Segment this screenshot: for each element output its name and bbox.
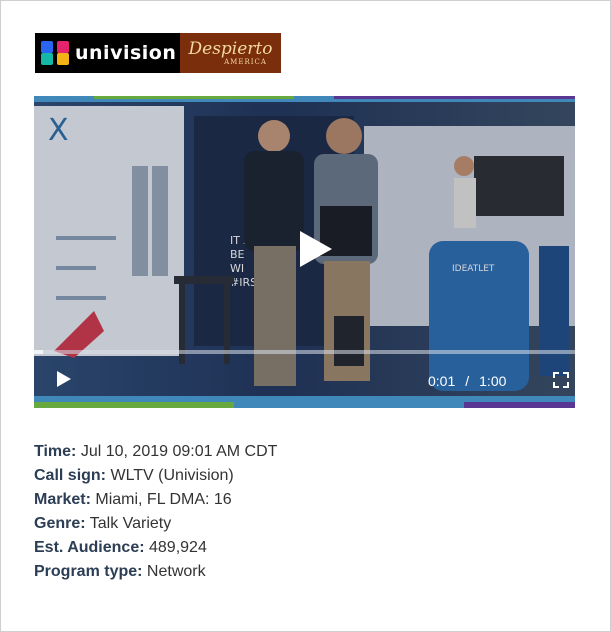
despierto-logo-text: Despierto bbox=[188, 38, 273, 59]
time-label: Time: bbox=[34, 443, 77, 460]
program-type-row: Program type: Network bbox=[34, 560, 277, 584]
genre-value: Talk Variety bbox=[89, 515, 172, 532]
genre-label: Genre: bbox=[34, 515, 86, 532]
market-value: Miami, FL DMA: 16 bbox=[95, 491, 232, 508]
univision-logo: univision bbox=[35, 33, 180, 73]
time-separator: / bbox=[465, 373, 470, 389]
audience-value: 489,924 bbox=[149, 539, 207, 556]
audience-label: Est. Audience: bbox=[34, 539, 145, 556]
time-value: Jul 10, 2019 09:01 AM CDT bbox=[80, 443, 278, 460]
logo-row: univision Despierto AMERICA bbox=[35, 33, 281, 73]
play-control-icon[interactable] bbox=[56, 370, 72, 388]
program-type-value: Network bbox=[146, 563, 206, 580]
fullscreen-icon[interactable] bbox=[553, 372, 569, 388]
progress-bar[interactable] bbox=[34, 350, 575, 354]
market-label: Market: bbox=[34, 491, 91, 508]
univision-logo-text: univision bbox=[75, 42, 177, 64]
progress-fill bbox=[34, 350, 44, 354]
time-row: Time: Jul 10, 2019 09:01 AM CDT bbox=[34, 440, 277, 464]
genre-row: Genre: Talk Variety bbox=[34, 512, 277, 536]
audience-row: Est. Audience: 489,924 bbox=[34, 536, 277, 560]
call-sign-value: WLTV (Univision) bbox=[110, 467, 234, 484]
time-display: 0:01 / 1:00 bbox=[428, 372, 548, 390]
play-icon[interactable] bbox=[296, 229, 336, 269]
univision-mark-icon bbox=[41, 41, 69, 65]
call-sign-row: Call sign: WLTV (Univision) bbox=[34, 464, 277, 488]
call-sign-label: Call sign: bbox=[34, 467, 107, 484]
duration: 1:00 bbox=[479, 373, 507, 389]
market-row: Market: Miami, FL DMA: 16 bbox=[34, 488, 277, 512]
current-time: 0:01 bbox=[428, 373, 456, 389]
clip-details: Time: Jul 10, 2019 09:01 AM CDT Call sig… bbox=[34, 440, 277, 584]
program-type-label: Program type: bbox=[34, 563, 143, 580]
america-logo-text: AMERICA bbox=[224, 57, 267, 66]
despierto-america-logo: Despierto AMERICA bbox=[180, 33, 281, 73]
